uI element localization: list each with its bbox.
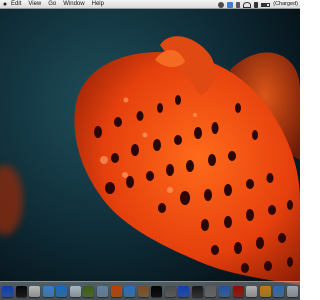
dock-utility-icon[interactable] (205, 285, 217, 297)
wifi-icon[interactable] (243, 1, 252, 8)
dock-itunes-icon[interactable] (42, 285, 54, 297)
menu-view[interactable]: View (28, 0, 41, 9)
dock-dashboard-icon[interactable] (15, 285, 27, 297)
status-menu-area: (Charged) (218, 0, 298, 9)
menu-window[interactable]: Window (63, 0, 84, 9)
sync-icon[interactable] (218, 1, 225, 8)
menu-help[interactable]: Help (92, 0, 104, 9)
dock-system-prefs-icon[interactable] (164, 285, 176, 297)
dock-finder-icon[interactable] (2, 285, 13, 297)
dock-safari-icon[interactable] (56, 285, 68, 297)
dock-photobooth-icon[interactable] (232, 285, 244, 297)
dock-terminal-icon[interactable] (151, 285, 163, 297)
battery-status-label[interactable]: (Charged) (273, 0, 298, 9)
dock-chat-icon[interactable] (124, 285, 136, 297)
menu-go[interactable]: Go (48, 0, 56, 9)
dock-app-store-icon[interactable] (178, 285, 190, 297)
desktop-screen: ● Edit View Go Window Help (Charged) (0, 0, 300, 300)
menu-bar: ● Edit View Go Window Help (Charged) (0, 0, 300, 9)
dock-misc2-icon[interactable] (259, 285, 271, 297)
dock-ical-icon[interactable] (29, 285, 41, 297)
dock (0, 281, 300, 300)
apple-icon[interactable]: ● (2, 1, 8, 8)
battery-icon[interactable] (261, 2, 271, 7)
wallpaper-image (0, 0, 300, 300)
dock-folder-icon[interactable] (219, 285, 230, 297)
bluetooth-icon[interactable] (236, 1, 241, 8)
dock-photos-icon[interactable] (83, 285, 95, 297)
dock-facetime-icon[interactable] (191, 285, 203, 297)
dock-downloads-icon[interactable] (273, 285, 285, 297)
dock-address-icon[interactable] (137, 285, 149, 297)
dock-firefox-icon[interactable] (110, 285, 122, 297)
tmachine-icon[interactable] (227, 1, 234, 8)
menu-edit[interactable]: Edit (11, 0, 21, 9)
volume-icon[interactable] (254, 1, 259, 8)
dock-mail-icon[interactable] (69, 285, 81, 297)
dock-misc1-icon[interactable] (246, 285, 258, 297)
dock-preview-icon[interactable] (96, 285, 108, 297)
dock-trash-icon[interactable] (286, 285, 298, 297)
